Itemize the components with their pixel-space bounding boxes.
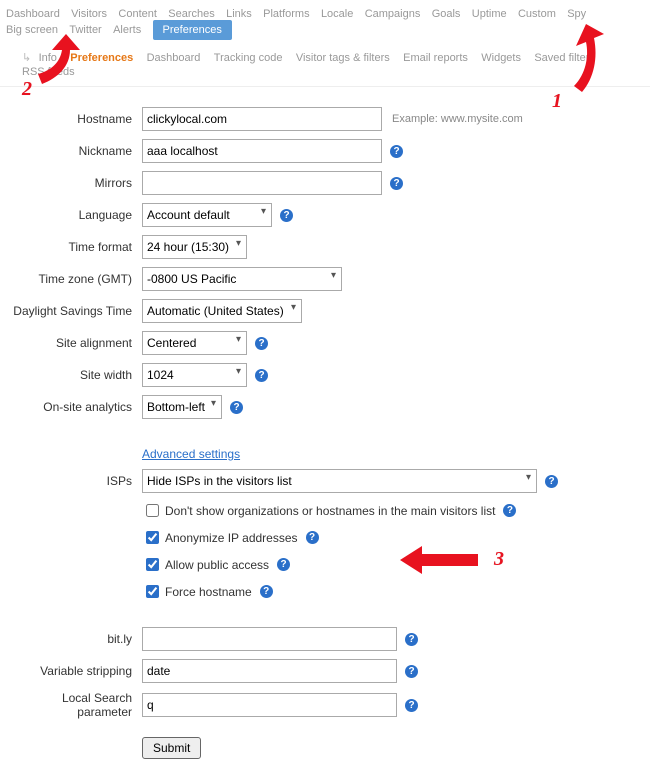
nav-links[interactable]: Links — [226, 8, 252, 20]
width-select[interactable] — [142, 363, 247, 387]
help-icon[interactable]: ? — [503, 504, 516, 517]
dont-show-org-checkbox[interactable] — [146, 504, 159, 517]
stripping-input[interactable] — [142, 659, 397, 683]
isps-select[interactable] — [142, 469, 537, 493]
public-checkbox[interactable] — [146, 558, 159, 571]
help-icon[interactable]: ? — [255, 369, 268, 382]
width-label: Site width — [10, 368, 142, 382]
dont-show-org-label: Don't show organizations or hostnames in… — [165, 504, 495, 518]
help-icon[interactable]: ? — [277, 558, 290, 571]
timeformat-label: Time format — [10, 240, 142, 254]
subnav-widgets[interactable]: Widgets — [481, 52, 521, 64]
nav-spy[interactable]: Spy — [567, 8, 586, 20]
nav-platforms[interactable]: Platforms — [263, 8, 309, 20]
language-select[interactable] — [142, 203, 272, 227]
help-icon[interactable]: ? — [306, 531, 319, 544]
nav-campaigns[interactable]: Campaigns — [365, 8, 421, 20]
hostname-example: Example: www.mysite.com — [392, 113, 523, 125]
timezone-label: Time zone (GMT) — [10, 272, 142, 286]
dst-label: Daylight Savings Time — [10, 304, 142, 318]
force-checkbox[interactable] — [146, 585, 159, 598]
bitly-label: bit.ly — [10, 632, 142, 646]
help-icon[interactable]: ? — [390, 145, 403, 158]
nav-alerts[interactable]: Alerts — [113, 24, 141, 36]
submit-button[interactable]: Submit — [142, 737, 201, 759]
nickname-input[interactable] — [142, 139, 382, 163]
alignment-label: Site alignment — [10, 336, 142, 350]
force-label: Force hostname — [165, 585, 252, 599]
nav-content[interactable]: Content — [118, 8, 157, 20]
help-icon[interactable]: ? — [280, 209, 293, 222]
help-icon[interactable]: ? — [255, 337, 268, 350]
mirrors-label: Mirrors — [10, 176, 142, 190]
timeformat-select[interactable] — [142, 235, 247, 259]
nav-dashboard[interactable]: Dashboard — [6, 8, 60, 20]
nickname-label: Nickname — [10, 144, 142, 158]
hostname-input[interactable] — [142, 107, 382, 131]
search-label: Local Search parameter — [10, 691, 142, 719]
stripping-label: Variable stripping — [10, 664, 142, 678]
language-label: Language — [10, 208, 142, 222]
nav-visitors[interactable]: Visitors — [71, 8, 107, 20]
timezone-select[interactable] — [142, 267, 342, 291]
help-icon[interactable]: ? — [230, 401, 243, 414]
onsite-select[interactable] — [142, 395, 222, 419]
help-icon[interactable]: ? — [390, 177, 403, 190]
help-icon[interactable]: ? — [405, 665, 418, 678]
arrow-2-icon — [28, 32, 88, 92]
nav-searches[interactable]: Searches — [168, 8, 214, 20]
nav-locale[interactable]: Locale — [321, 8, 353, 20]
advanced-settings-link[interactable]: Advanced settings — [142, 447, 240, 461]
dst-select[interactable] — [142, 299, 302, 323]
nav-preferences[interactable]: Preferences — [153, 20, 232, 40]
arrow-3-icon — [398, 540, 488, 580]
anon-checkbox[interactable] — [146, 531, 159, 544]
help-icon[interactable]: ? — [260, 585, 273, 598]
subnav-visitortags[interactable]: Visitor tags & filters — [296, 52, 390, 64]
subnav-email[interactable]: Email reports — [403, 52, 468, 64]
bitly-input[interactable] — [142, 627, 397, 651]
isps-label: ISPs — [10, 474, 142, 488]
hostname-label: Hostname — [10, 112, 142, 126]
anon-label: Anonymize IP addresses — [165, 531, 298, 545]
search-input[interactable] — [142, 693, 397, 717]
help-icon[interactable]: ? — [405, 633, 418, 646]
nav-goals[interactable]: Goals — [432, 8, 461, 20]
preferences-form: Hostname Example: www.mysite.com Nicknam… — [0, 87, 650, 779]
help-icon[interactable]: ? — [545, 475, 558, 488]
mirrors-input[interactable] — [142, 171, 382, 195]
nav-uptime[interactable]: Uptime — [472, 8, 507, 20]
arrow-1-icon — [546, 20, 616, 100]
annotation-3: 3 — [494, 548, 504, 571]
onsite-label: On-site analytics — [10, 400, 142, 414]
subnav-dashboard[interactable]: Dashboard — [147, 52, 201, 64]
annotation-1: 1 — [552, 90, 562, 113]
subnav-tracking[interactable]: Tracking code — [214, 52, 283, 64]
annotation-2: 2 — [22, 78, 32, 101]
public-label: Allow public access — [165, 558, 269, 572]
help-icon[interactable]: ? — [405, 699, 418, 712]
nav-custom[interactable]: Custom — [518, 8, 556, 20]
alignment-select[interactable] — [142, 331, 247, 355]
